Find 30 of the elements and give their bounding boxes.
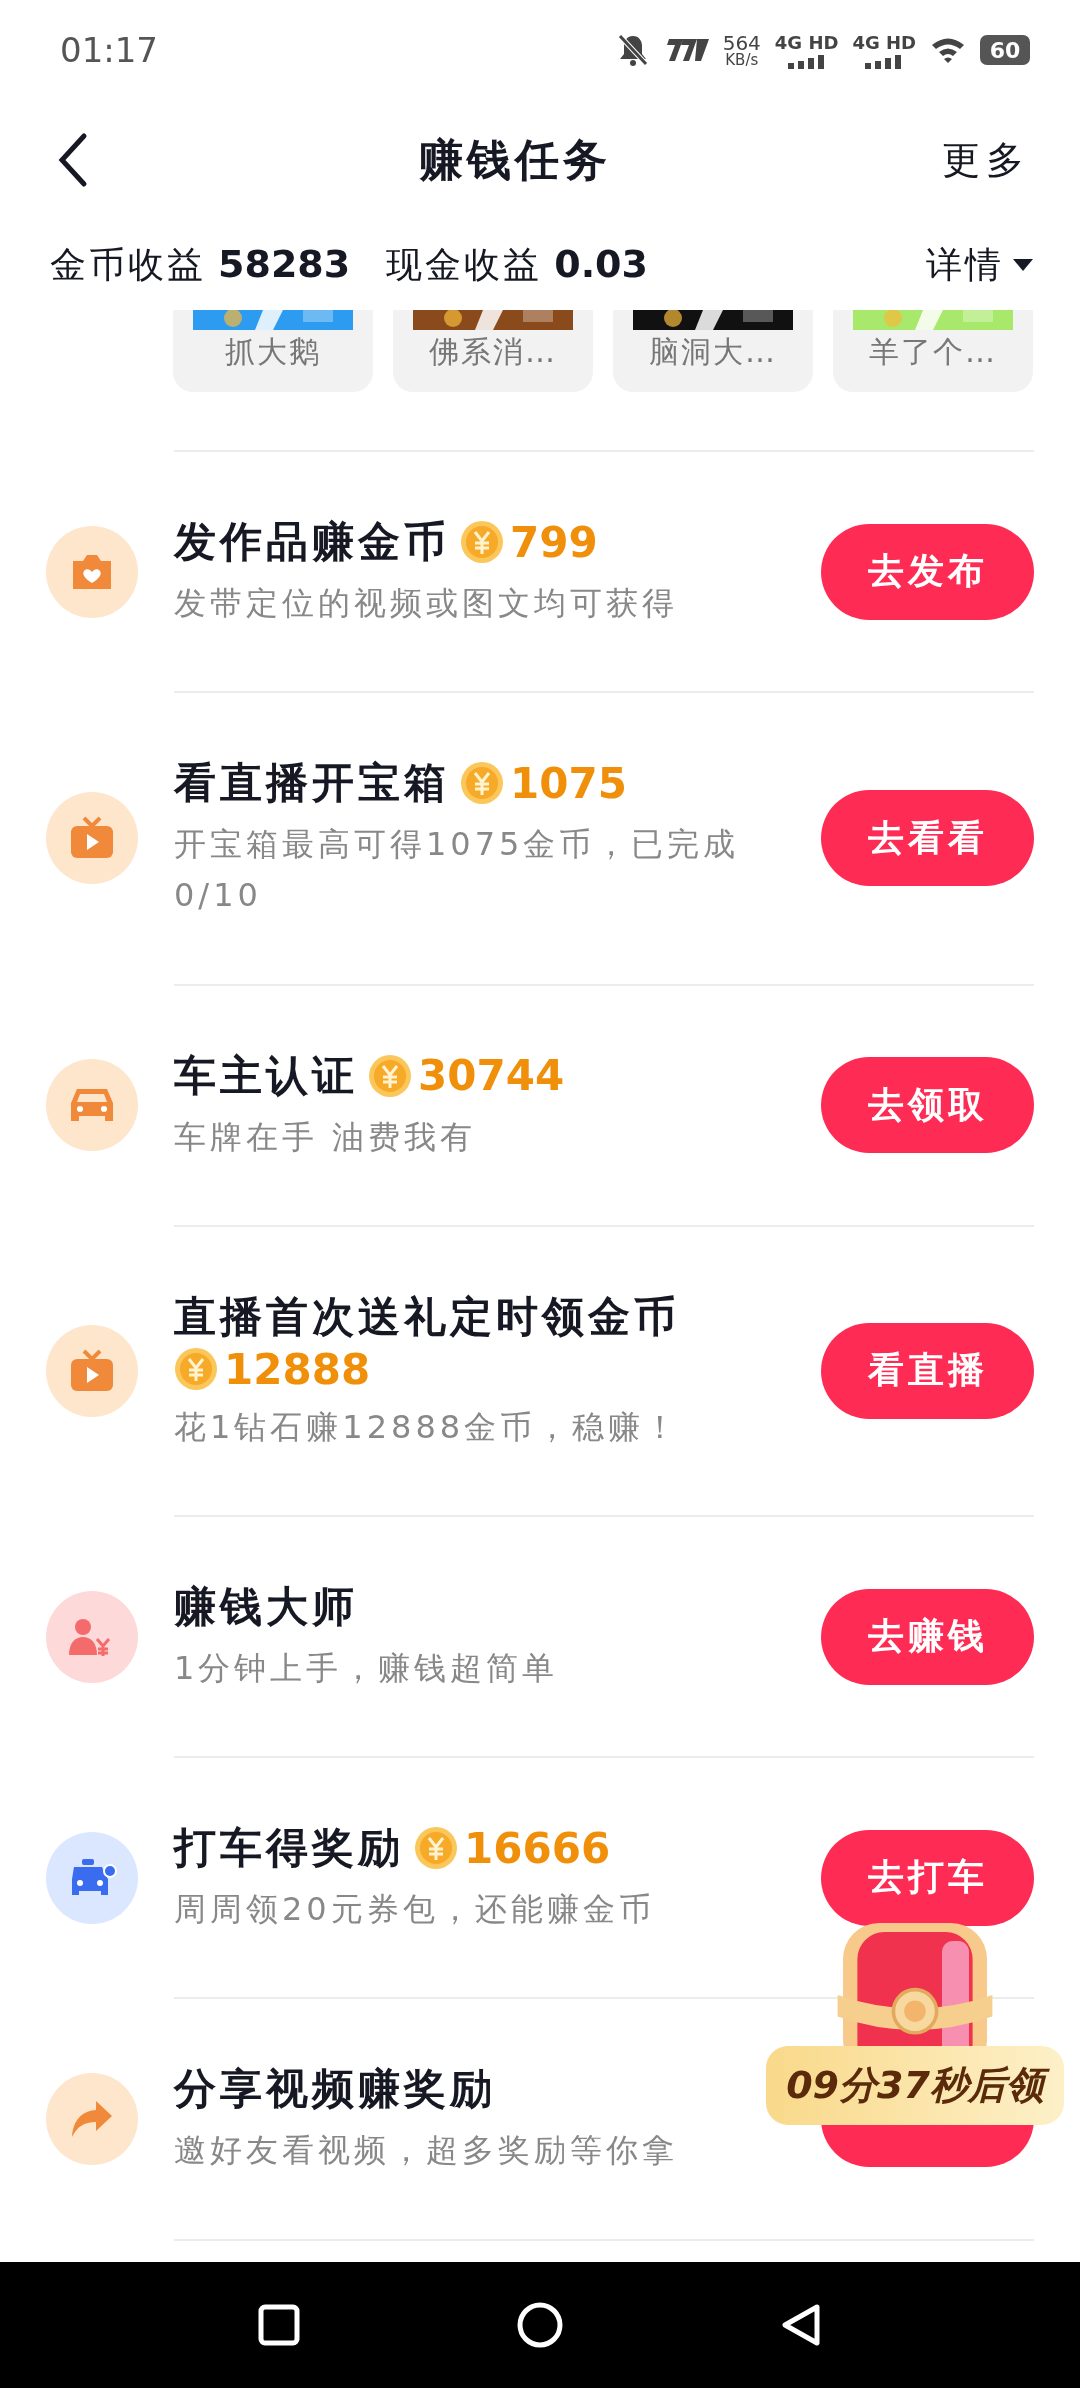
cash-earnings-label: 现金收益 — [386, 242, 543, 287]
reward-amount: 799 — [510, 517, 598, 567]
task-title: 车主认证 — [174, 1049, 358, 1102]
coin-earnings-label: 金币收益 — [50, 242, 206, 287]
network-speed: 564 — [722, 32, 761, 53]
task-description: 发带定位的视频或图文均可获得 — [174, 583, 679, 624]
task-description: 周周领20元券包，还能赚金币 — [174, 1889, 656, 1931]
task-description: 车牌在手 油费我有 — [174, 1116, 478, 1158]
task-title: 分享视频赚奖励 — [174, 2063, 496, 2116]
task-title: 直播首次送礼定时领金币 — [174, 1290, 680, 1343]
network-type: 4G HD — [852, 31, 916, 53]
task-title: 看直播开宝箱 — [174, 757, 450, 810]
page-title: 赚钱任务 — [419, 132, 611, 187]
reward-amount: 1075 — [510, 758, 627, 808]
task-description: 邀好友看视频，超多奖励等你拿 — [174, 2130, 679, 2172]
reward-amount: 30744 — [418, 1051, 565, 1101]
network-speed-unit: KB/s — [725, 52, 759, 68]
reward-amount: 16666 — [464, 1823, 611, 1873]
task-title: 赚钱大师 — [174, 1580, 358, 1633]
cash-earnings-value: 0.03 — [554, 241, 648, 286]
coin-earnings-value: 58283 — [218, 241, 351, 286]
task-description: 花1钻石赚12888金币，稳赚！ — [174, 1406, 682, 1448]
battery-indicator: 60 — [980, 35, 1030, 65]
task-description: 开宝箱最高可得1075金币，已完成0/10 — [174, 824, 741, 917]
network-type: 4G HD — [774, 31, 839, 53]
reward-amount: 12888 — [224, 1344, 371, 1394]
task-title: 打车得奖励 — [174, 1822, 404, 1875]
task-description: 1分钟上手，赚钱超简单 — [174, 1647, 560, 1689]
task-title: 发作品赚金币 — [174, 516, 450, 568]
status-time: 01:17 — [60, 30, 159, 70]
